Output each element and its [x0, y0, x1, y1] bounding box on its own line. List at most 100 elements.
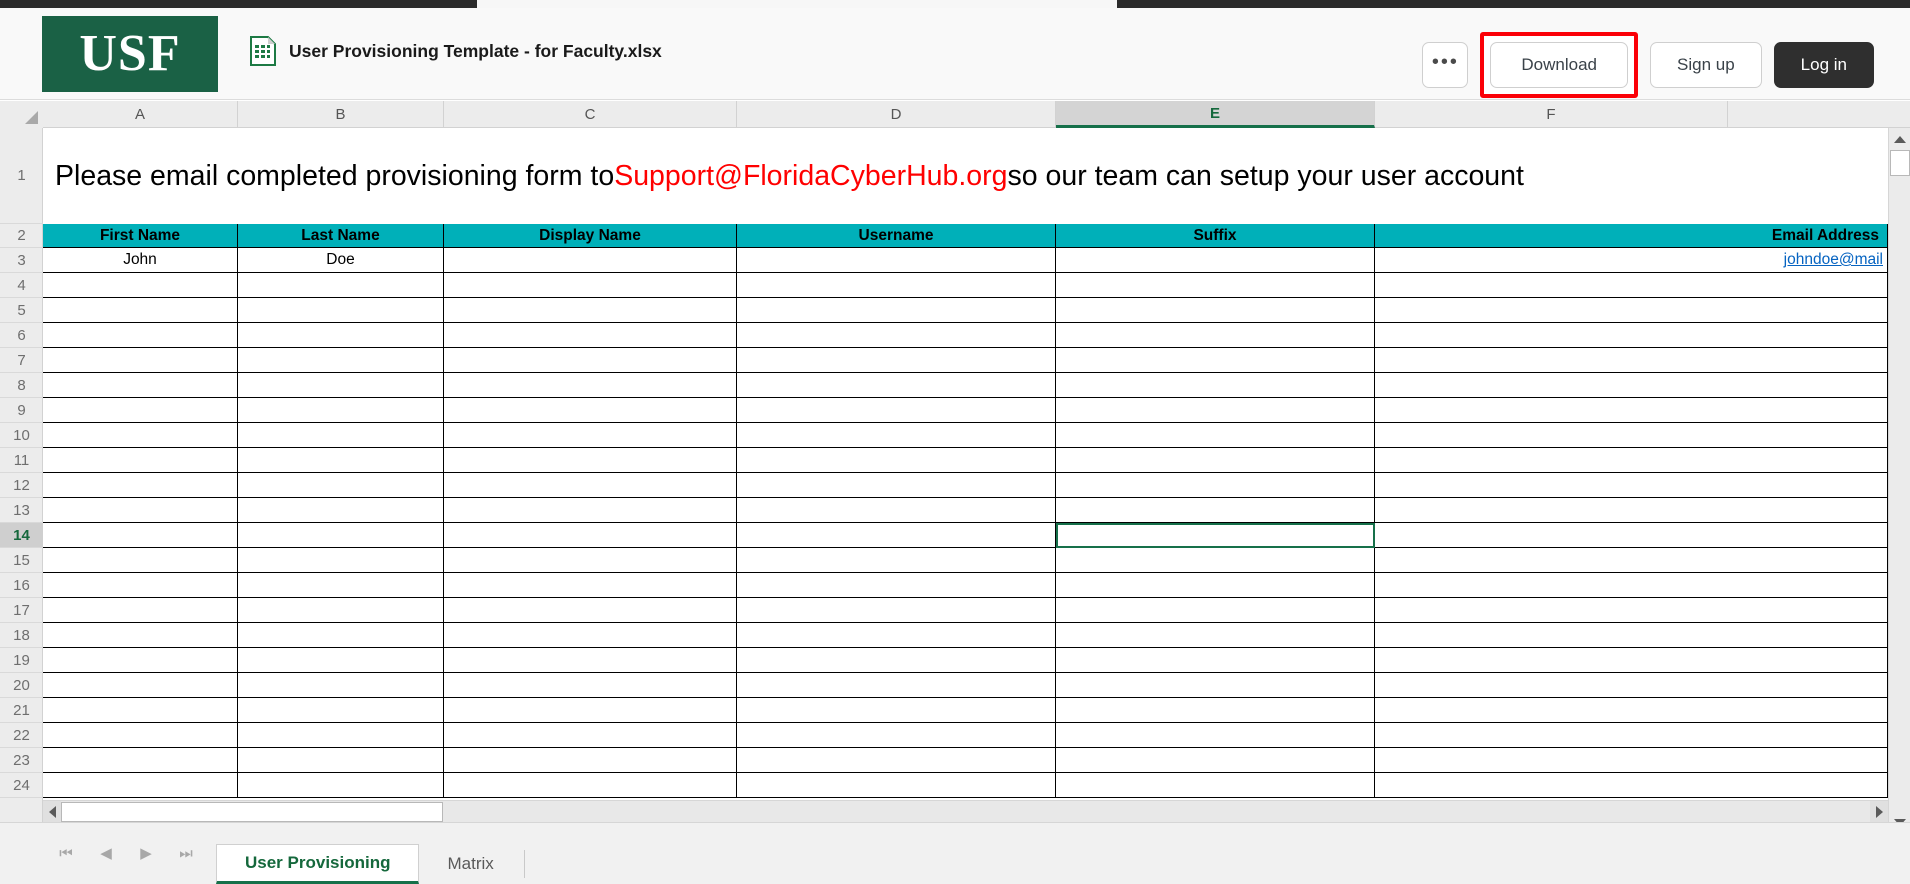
- cell-e22[interactable]: [1056, 723, 1375, 748]
- row-header-14[interactable]: 14: [0, 523, 43, 548]
- cell-d6[interactable]: [737, 323, 1056, 348]
- cell-e9[interactable]: [1056, 398, 1375, 423]
- cell-c8[interactable]: [444, 373, 737, 398]
- vertical-scrollbar[interactable]: [1888, 128, 1910, 833]
- cell-a15[interactable]: [43, 548, 238, 573]
- cell-f22[interactable]: [1375, 723, 1888, 748]
- row-header-19[interactable]: 19: [0, 648, 43, 673]
- log-in-button[interactable]: Log in: [1773, 42, 1874, 88]
- cell-f19[interactable]: [1375, 648, 1888, 673]
- cell-b19[interactable]: [238, 648, 444, 673]
- download-button[interactable]: Download: [1490, 42, 1628, 88]
- cell-c16[interactable]: [444, 573, 737, 598]
- row-header-16[interactable]: 16: [0, 573, 43, 598]
- cell-a4[interactable]: [43, 273, 238, 298]
- cell-c9[interactable]: [444, 398, 737, 423]
- cell-d10[interactable]: [737, 423, 1056, 448]
- cell-f24[interactable]: [1375, 773, 1888, 798]
- row-header-15[interactable]: 15: [0, 548, 43, 573]
- cell-b11[interactable]: [238, 448, 444, 473]
- cell-d8[interactable]: [737, 373, 1056, 398]
- cell-a10[interactable]: [43, 423, 238, 448]
- cell-a14[interactable]: [43, 523, 238, 548]
- cell-b2-last-name[interactable]: Last Name: [238, 224, 444, 248]
- cell-c17[interactable]: [444, 598, 737, 623]
- row-header-12[interactable]: 12: [0, 473, 43, 498]
- cell-a19[interactable]: [43, 648, 238, 673]
- sign-up-button[interactable]: Sign up: [1650, 42, 1762, 88]
- cell-e18[interactable]: [1056, 623, 1375, 648]
- cell-f9[interactable]: [1375, 398, 1888, 423]
- cell-b23[interactable]: [238, 748, 444, 773]
- cell-b7[interactable]: [238, 348, 444, 373]
- cell-b8[interactable]: [238, 373, 444, 398]
- cell-d11[interactable]: [737, 448, 1056, 473]
- cell-c4[interactable]: [444, 273, 737, 298]
- row-header-2[interactable]: 2: [0, 224, 43, 248]
- cell-d19[interactable]: [737, 648, 1056, 673]
- cell-f21[interactable]: [1375, 698, 1888, 723]
- horizontal-scroll-thumb[interactable]: [61, 802, 443, 822]
- cell-e19[interactable]: [1056, 648, 1375, 673]
- cell-d12[interactable]: [737, 473, 1056, 498]
- cell-a1-banner[interactable]: Please email completed provisioning form…: [43, 128, 1888, 224]
- row-header-18[interactable]: 18: [0, 623, 43, 648]
- cell-b5[interactable]: [238, 298, 444, 323]
- cell-c22[interactable]: [444, 723, 737, 748]
- cell-c13[interactable]: [444, 498, 737, 523]
- cell-d20[interactable]: [737, 673, 1056, 698]
- cell-e23[interactable]: [1056, 748, 1375, 773]
- cell-d18[interactable]: [737, 623, 1056, 648]
- cell-c12[interactable]: [444, 473, 737, 498]
- cell-c19[interactable]: [444, 648, 737, 673]
- cell-f4[interactable]: [1375, 273, 1888, 298]
- cell-d2-username[interactable]: Username: [737, 224, 1056, 248]
- cell-c14[interactable]: [444, 523, 737, 548]
- cell-e2-suffix[interactable]: Suffix: [1056, 224, 1375, 248]
- cell-e4[interactable]: [1056, 273, 1375, 298]
- cell-b17[interactable]: [238, 598, 444, 623]
- cell-d15[interactable]: [737, 548, 1056, 573]
- cell-d13[interactable]: [737, 498, 1056, 523]
- row-header-10[interactable]: 10: [0, 423, 43, 448]
- cell-f18[interactable]: [1375, 623, 1888, 648]
- cell-a12[interactable]: [43, 473, 238, 498]
- cell-e6[interactable]: [1056, 323, 1375, 348]
- column-header-c[interactable]: C: [444, 101, 737, 128]
- cell-a20[interactable]: [43, 673, 238, 698]
- scroll-left-button[interactable]: [43, 801, 61, 823]
- more-options-button[interactable]: •••: [1422, 42, 1469, 88]
- first-sheet-button[interactable]: ⏮: [46, 822, 86, 884]
- cell-c7[interactable]: [444, 348, 737, 373]
- cell-b15[interactable]: [238, 548, 444, 573]
- cell-b18[interactable]: [238, 623, 444, 648]
- cell-b21[interactable]: [238, 698, 444, 723]
- cell-e21[interactable]: [1056, 698, 1375, 723]
- cell-b3-last-name[interactable]: Doe: [238, 248, 444, 273]
- select-all-corner[interactable]: [0, 101, 43, 128]
- cell-a2-first-name[interactable]: First Name: [43, 224, 238, 248]
- cell-b24[interactable]: [238, 773, 444, 798]
- cell-f17[interactable]: [1375, 598, 1888, 623]
- cell-f5[interactable]: [1375, 298, 1888, 323]
- cell-c6[interactable]: [444, 323, 737, 348]
- cell-d9[interactable]: [737, 398, 1056, 423]
- cell-e11[interactable]: [1056, 448, 1375, 473]
- prev-sheet-button[interactable]: ◀: [86, 822, 126, 884]
- column-header-d[interactable]: D: [737, 101, 1056, 128]
- next-sheet-button[interactable]: ▶: [126, 822, 166, 884]
- cell-a17[interactable]: [43, 598, 238, 623]
- scroll-up-button[interactable]: [1889, 128, 1910, 150]
- cell-e17[interactable]: [1056, 598, 1375, 623]
- vertical-scroll-thumb[interactable]: [1890, 150, 1910, 176]
- cell-e8[interactable]: [1056, 373, 1375, 398]
- cell-c5[interactable]: [444, 298, 737, 323]
- cell-a16[interactable]: [43, 573, 238, 598]
- cell-b10[interactable]: [238, 423, 444, 448]
- cell-c3-display-name[interactable]: [444, 248, 737, 273]
- cell-b16[interactable]: [238, 573, 444, 598]
- cell-d3-username[interactable]: [737, 248, 1056, 273]
- column-header-e[interactable]: E: [1056, 101, 1375, 128]
- cell-f14[interactable]: [1375, 523, 1888, 548]
- cell-f13[interactable]: [1375, 498, 1888, 523]
